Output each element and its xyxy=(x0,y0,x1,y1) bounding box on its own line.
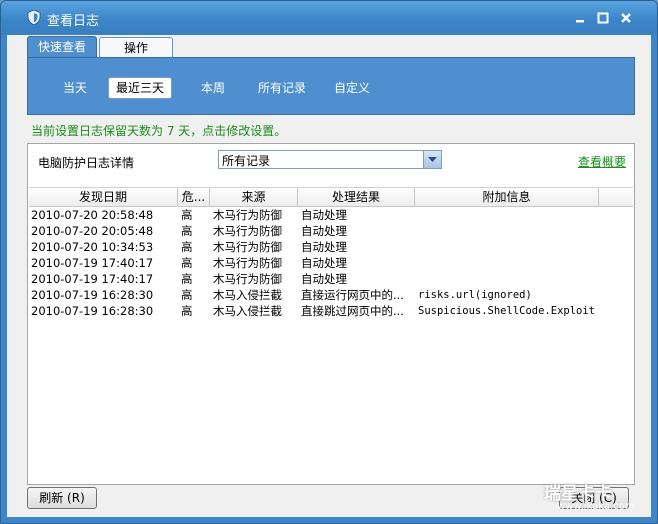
minimize-icon[interactable] xyxy=(573,11,587,25)
column-header-result[interactable]: 处理结果 xyxy=(298,188,415,206)
cell-extra-info: Suspicious.ShellCode.Exploit xyxy=(418,305,596,317)
range-tab-all-records[interactable]: 所有记录 xyxy=(256,78,308,98)
table-row[interactable]: 2010-07-19 17:40:17 高 木马行为防御 自动处理 xyxy=(29,255,633,271)
view-overview-link[interactable]: 查看概要 xyxy=(578,153,626,170)
column-header-source[interactable]: 来源 xyxy=(210,188,298,206)
shield-icon xyxy=(27,9,41,26)
tab-operations[interactable]: 操作 xyxy=(99,37,173,59)
range-tab-this-week[interactable]: 本周 xyxy=(198,78,228,98)
cell-result: 自动处理 xyxy=(301,272,347,286)
log-table-body: 2010-07-20 20:58:48 高 木马行为防御 自动处理 2010-0… xyxy=(29,207,633,319)
cell-source: 木马行为防御 xyxy=(213,240,282,254)
cell-extra-info xyxy=(418,223,630,239)
table-row[interactable]: 2010-07-20 10:34:53 高 木马行为防御 自动处理 xyxy=(29,239,633,255)
record-filter-select[interactable]: 所有记录 xyxy=(218,150,442,169)
column-header-extra-info[interactable]: 附加信息 xyxy=(415,188,599,206)
cell-source: 木马行为防御 xyxy=(213,224,282,238)
maximize-icon[interactable] xyxy=(596,11,610,25)
cell-risk: 高 xyxy=(181,224,193,238)
cell-result: 自动处理 xyxy=(301,240,347,254)
log-table-header: 发现日期 危... 来源 处理结果 附加信息 xyxy=(29,187,633,207)
cell-extra-info xyxy=(418,255,630,271)
cell-result: 直接跳过网页中的... xyxy=(301,304,404,318)
cell-result: 自动处理 xyxy=(301,224,347,238)
log-detail-panel: 电脑防护日志详情 所有记录 查看概要 发现日期 危... 来源 处理结果 附加信… xyxy=(27,143,635,485)
table-row[interactable]: 2010-07-20 20:05:48 高 木马行为防御 自动处理 xyxy=(29,223,633,239)
cell-result: 直接运行网页中的... xyxy=(301,288,404,302)
retention-notice-link[interactable]: 当前设置日志保留天数为 7 天，点击修改设置。 xyxy=(31,122,286,139)
range-tab-last-three-days[interactable]: 最近三天 xyxy=(108,77,173,99)
cell-source: 木马行为防御 xyxy=(213,256,282,270)
table-row[interactable]: 2010-07-19 16:28:30 高 木马入侵拦截 直接跳过网页中的...… xyxy=(29,303,633,319)
cell-date: 2010-07-19 17:40:17 xyxy=(31,256,154,270)
log-viewer-window: 查看日志 快速查看 操作 当天 最近三天 本周 所有记录 自定义 当前设置日志保… xyxy=(0,0,658,524)
log-detail-label: 电脑防护日志详情 xyxy=(38,156,135,170)
cell-source: 木马入侵拦截 xyxy=(213,288,282,302)
cell-risk: 高 xyxy=(181,288,193,302)
cell-date: 2010-07-20 20:58:48 xyxy=(31,208,154,222)
title-bar[interactable]: 查看日志 xyxy=(1,1,657,35)
close-icon[interactable] xyxy=(619,11,633,25)
cell-extra-info xyxy=(418,207,630,223)
cell-risk: 高 xyxy=(181,272,193,286)
cell-date: 2010-07-20 20:05:48 xyxy=(31,224,154,238)
cell-date: 2010-07-19 17:40:17 xyxy=(31,272,154,286)
cell-date: 2010-07-20 10:34:53 xyxy=(31,240,154,254)
cell-risk: 高 xyxy=(181,304,193,318)
cell-risk: 高 xyxy=(181,256,193,270)
cell-result: 自动处理 xyxy=(301,208,347,222)
cell-risk: 高 xyxy=(181,240,193,254)
cell-result: 自动处理 xyxy=(301,256,347,270)
column-header-risk[interactable]: 危... xyxy=(178,188,210,206)
cell-source: 木马入侵拦截 xyxy=(213,304,282,318)
cell-risk: 高 xyxy=(181,208,193,222)
column-header-date[interactable]: 发现日期 xyxy=(29,188,178,206)
range-tab-panel: 当天 最近三天 本周 所有记录 自定义 xyxy=(27,57,635,115)
cell-extra-info xyxy=(418,239,630,255)
cell-extra-info: risks.url(ignored) xyxy=(418,289,532,301)
cell-source: 木马行为防御 xyxy=(213,208,282,222)
cell-date: 2010-07-19 16:28:30 xyxy=(31,304,154,318)
table-row[interactable]: 2010-07-20 20:58:48 高 木马行为防御 自动处理 xyxy=(29,207,633,223)
refresh-button[interactable]: 刷新 (R) xyxy=(27,487,97,509)
cell-extra-info xyxy=(418,271,630,287)
cell-source: 木马行为防御 xyxy=(213,272,282,286)
range-tab-custom[interactable]: 自定义 xyxy=(332,78,372,98)
table-row[interactable]: 2010-07-19 16:28:30 高 木马入侵拦截 直接运行网页中的...… xyxy=(29,287,633,303)
cell-date: 2010-07-19 16:28:30 xyxy=(31,288,154,302)
record-filter-value: 所有记录 xyxy=(222,154,271,168)
window-content: 快速查看 操作 当天 最近三天 本周 所有记录 自定义 当前设置日志保留天数为 … xyxy=(7,35,651,517)
window-title: 查看日志 xyxy=(47,14,100,29)
table-row[interactable]: 2010-07-19 17:40:17 高 木马行为防御 自动处理 xyxy=(29,271,633,287)
range-tab-today[interactable]: 当天 xyxy=(60,78,90,98)
chevron-down-icon[interactable] xyxy=(423,151,441,168)
watermark-url: www.ikaka.com xyxy=(557,501,635,512)
